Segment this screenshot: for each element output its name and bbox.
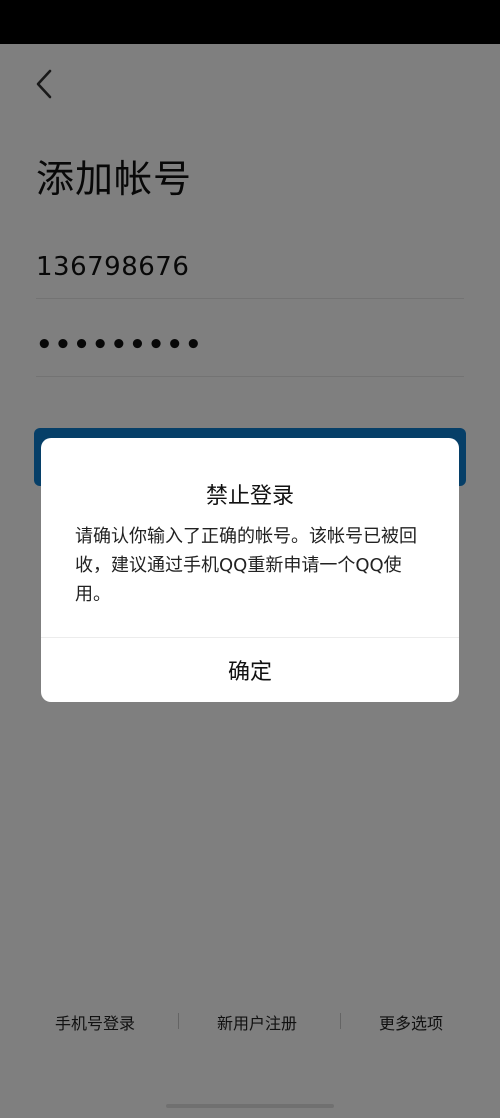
dialog-title: 禁止登录 xyxy=(205,484,294,509)
confirm-button[interactable]: 确定 xyxy=(41,638,459,702)
login-forbidden-dialog: 禁止登录 请确认你输入了正确的帐号。该帐号已被回收，建议通过手机QQ重新申请一个… xyxy=(41,438,459,702)
dialog-message: 请确认你输入了正确的帐号。该帐号已被回收，建议通过手机QQ重新申请一个QQ使用。 xyxy=(75,526,417,605)
status-bar xyxy=(0,0,500,44)
